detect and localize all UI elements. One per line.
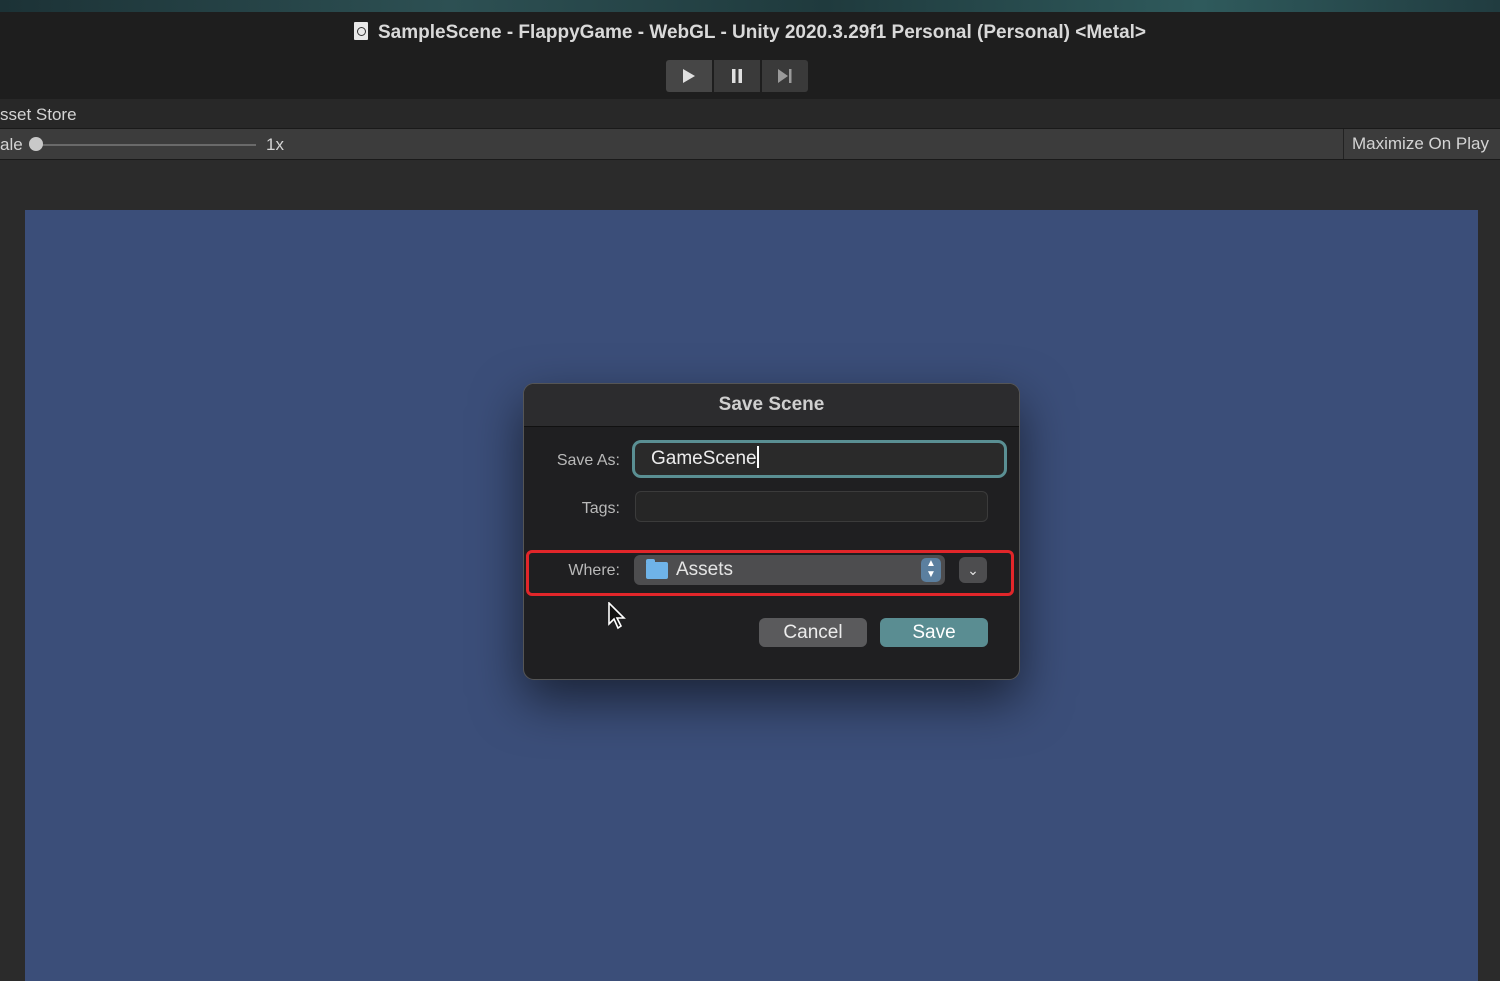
play-icon — [683, 69, 695, 83]
dialog-title: Save Scene — [524, 384, 1019, 427]
expand-browser-button[interactable]: ⌄ — [959, 557, 987, 583]
pause-icon — [732, 69, 742, 83]
text-caret — [756, 446, 759, 468]
game-view-toolbar: ale 1x Maximize On Play — [0, 129, 1500, 160]
save-scene-dialog: Save Scene Save As: GameScene Tags: Wher… — [523, 383, 1020, 680]
cancel-button[interactable]: Cancel — [759, 618, 867, 647]
save-as-input[interactable]: GameScene — [632, 440, 1007, 478]
folder-icon — [646, 559, 668, 579]
scale-value: 1x — [266, 135, 284, 154]
unity-document-icon — [353, 22, 368, 40]
editor-tab-bar: sset Store — [0, 99, 1500, 129]
maximize-on-play-toggle[interactable]: Maximize On Play — [1343, 129, 1500, 159]
window-title: SampleScene - FlappyGame - WebGL - Unity… — [0, 22, 1500, 44]
tags-label: Tags: — [581, 500, 620, 517]
save-as-value: GameScene — [651, 448, 757, 469]
scale-label: ale — [0, 135, 23, 154]
play-button[interactable] — [666, 60, 712, 92]
where-location-select[interactable]: Assets ▲ ▼ — [634, 555, 945, 585]
pause-button[interactable] — [714, 60, 760, 92]
where-label: Where: — [568, 562, 620, 579]
save-as-label: Save As: — [556, 452, 620, 469]
asset-store-tab[interactable]: sset Store — [0, 105, 77, 125]
where-value: Assets — [676, 559, 734, 580]
window-titlebar: SampleScene - FlappyGame - WebGL - Unity… — [0, 12, 1500, 52]
editor-toolbar — [0, 52, 1500, 99]
top-accent-strip — [0, 0, 1500, 12]
window-title-text: SampleScene - FlappyGame - WebGL - Unity… — [377, 22, 1147, 43]
scale-slider-track[interactable] — [36, 144, 256, 146]
save-button[interactable]: Save — [880, 618, 988, 647]
up-down-chevron-icon: ▲ ▼ — [921, 558, 941, 582]
playmode-controls — [666, 60, 808, 92]
scale-slider-knob[interactable] — [29, 137, 43, 151]
tags-input[interactable] — [635, 491, 988, 522]
step-button[interactable] — [762, 60, 808, 92]
chevron-down-icon: ⌄ — [967, 562, 979, 578]
step-icon — [778, 69, 792, 83]
